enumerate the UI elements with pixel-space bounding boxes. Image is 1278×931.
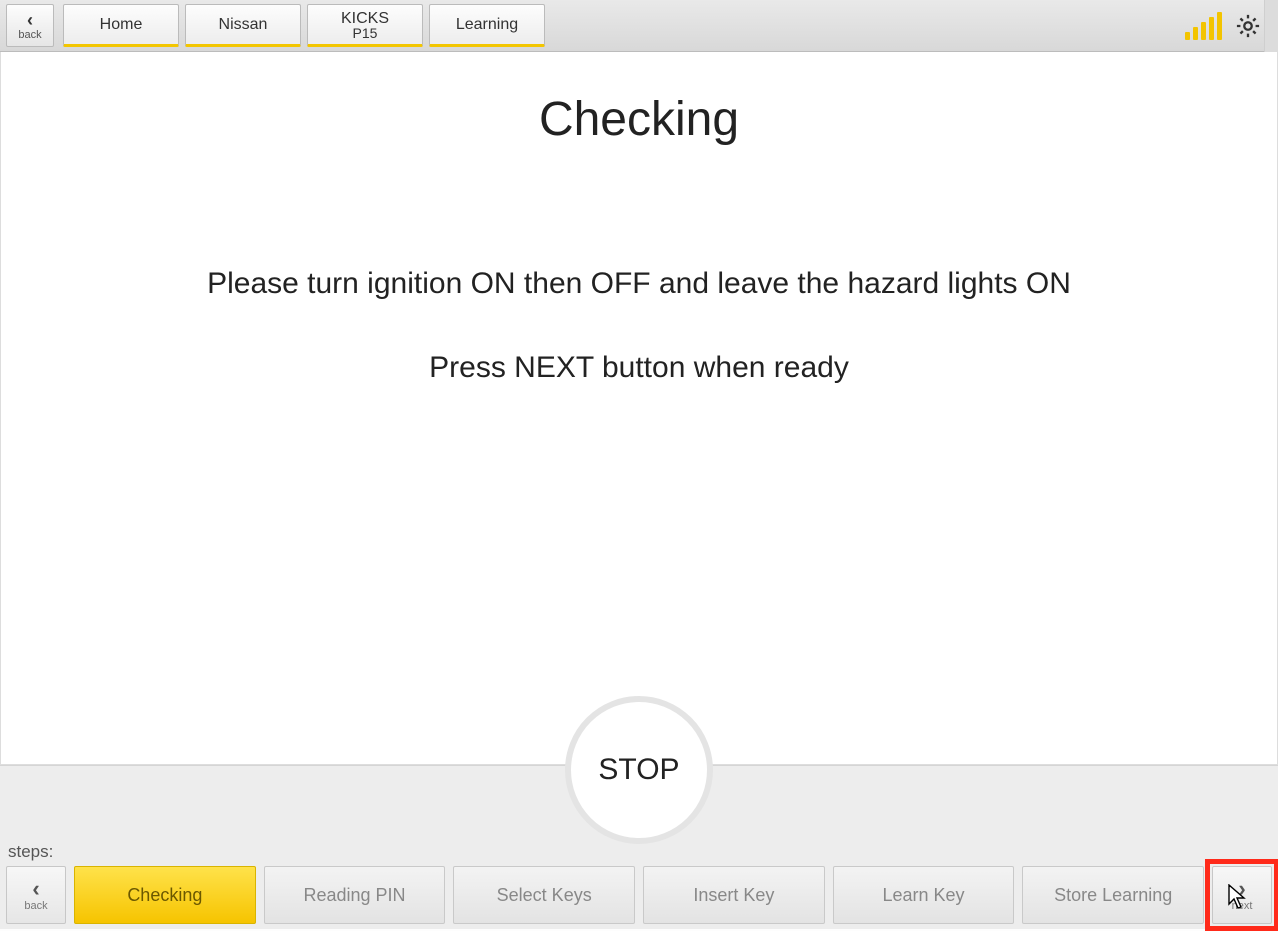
steps-row: ‹ back Checking Reading PIN Select Keys … <box>0 862 1278 930</box>
step-insert-key[interactable]: Insert Key <box>643 866 825 924</box>
breadcrumb-home[interactable]: Home <box>63 4 179 47</box>
step-label: Reading PIN <box>303 885 405 906</box>
instruction-text-1: Please turn ignition ON then OFF and lea… <box>207 267 1071 301</box>
back-button[interactable]: ‹ back <box>6 4 54 47</box>
main-panel: Checking Please turn ignition ON then OF… <box>0 52 1278 765</box>
gear-icon[interactable] <box>1232 10 1264 42</box>
breadcrumb-nissan[interactable]: Nissan <box>185 4 301 47</box>
step-learn-key[interactable]: Learn Key <box>833 866 1015 924</box>
breadcrumb: Home Nissan KICKS P15 Learning <box>60 0 548 51</box>
breadcrumb-model[interactable]: KICKS P15 <box>307 4 423 47</box>
breadcrumb-sublabel: P15 <box>353 26 378 40</box>
steps-back-label: back <box>24 900 47 912</box>
breadcrumb-label: Nissan <box>219 17 268 33</box>
step-checking[interactable]: Checking <box>74 866 256 924</box>
breadcrumb-label: Learning <box>456 17 518 33</box>
steps-next-label: next <box>1232 900 1253 912</box>
breadcrumb-learning[interactable]: Learning <box>429 4 545 47</box>
step-label: Select Keys <box>497 885 592 906</box>
step-label: Store Learning <box>1054 885 1172 906</box>
top-toolbar: ‹ back Home Nissan KICKS P15 Learning <box>0 0 1278 52</box>
instruction-text-2: Press NEXT button when ready <box>429 351 849 385</box>
step-label: Insert Key <box>693 885 774 906</box>
stop-button-label: STOP <box>598 753 679 787</box>
step-reading-pin[interactable]: Reading PIN <box>264 866 446 924</box>
signal-icon <box>1185 12 1222 40</box>
page-title: Checking <box>539 92 739 147</box>
stop-button[interactable]: STOP <box>565 696 713 844</box>
step-store-learning[interactable]: Store Learning <box>1022 866 1204 924</box>
steps-next-button[interactable]: › next <box>1212 866 1272 924</box>
steps-back-button[interactable]: ‹ back <box>6 866 66 924</box>
breadcrumb-label: Home <box>100 17 143 33</box>
back-button-label: back <box>18 29 41 41</box>
step-label: Learn Key <box>882 885 964 906</box>
step-select-keys[interactable]: Select Keys <box>453 866 635 924</box>
chevron-left-icon: ‹ <box>32 878 39 900</box>
status-icons <box>1185 0 1274 51</box>
step-label: Checking <box>127 885 202 906</box>
chevron-right-icon: › <box>1238 878 1245 900</box>
chevron-left-icon: ‹ <box>27 11 33 29</box>
